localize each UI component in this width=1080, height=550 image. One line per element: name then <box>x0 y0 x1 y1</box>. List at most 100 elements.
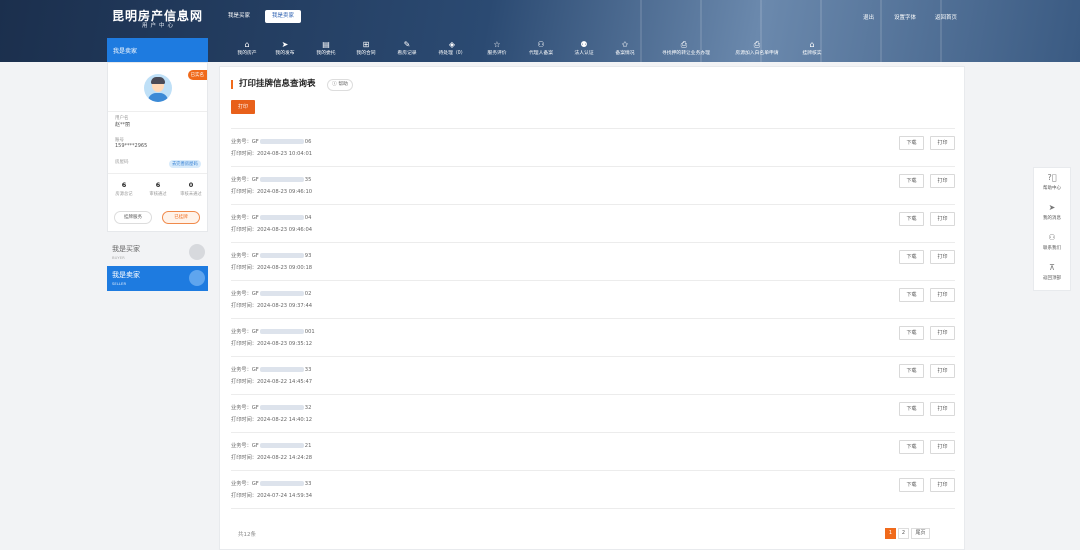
account-value: 159****2965 <box>115 143 148 149</box>
stat-rejected: 0 审核未通过 <box>180 181 202 197</box>
total-count: 共12条 <box>238 532 256 538</box>
sidebar-header: 我是卖家 <box>107 38 208 62</box>
nav-item-filing-status[interactable]: ✩ 备案情况 <box>603 38 647 62</box>
print-button[interactable]: 打印 <box>930 402 955 416</box>
pencil-icon: ✎ <box>403 40 411 49</box>
download-button[interactable]: 下载 <box>899 136 924 150</box>
star-outline-icon: ✩ <box>621 40 629 49</box>
masked-text <box>259 329 304 334</box>
print-button[interactable]: 打印 <box>930 250 955 264</box>
role-card-seller[interactable]: 我是卖家 SELLER <box>107 266 208 291</box>
house-code-label: 房屋码 <box>115 160 129 165</box>
layers-icon: ◈ <box>448 40 456 49</box>
seller-icon <box>189 270 205 286</box>
print-time: 打印时间：2024-08-22 14:24:28 <box>231 455 313 461</box>
nav-item-viewing-records[interactable]: ✎ 看房记录 <box>385 38 429 62</box>
print-time: 打印时间：2024-07-24 14:59:34 <box>231 493 313 499</box>
role-buyer-link[interactable]: 我是买家 <box>223 10 255 23</box>
question-icon: ?⃝ <box>1047 173 1057 182</box>
listing-service-button[interactable]: 挂牌服务 <box>114 211 152 224</box>
table-row: 业务号：GF 001 打印时间：2024-08-23 09:35:12 下载 打印 <box>231 318 955 356</box>
download-button[interactable]: 下载 <box>899 212 924 226</box>
nav-item-listing-verify[interactable]: ⌂ 挂牌核实 <box>790 38 834 62</box>
role-seller-link[interactable]: 我是卖家 <box>265 10 301 23</box>
print-button[interactable]: 打印 <box>930 212 955 226</box>
table-row: 业务号：GF 21 打印时间：2024-08-22 14:24:28 下载 打印 <box>231 432 955 470</box>
business-number: 业务号：GF 001 <box>231 329 315 335</box>
table-row: 业务号：GF 04 打印时间：2024-08-23 09:46:04 下载 打印 <box>231 204 955 242</box>
print-icon: ⎙ <box>753 40 761 49</box>
download-button[interactable]: 下载 <box>899 402 924 416</box>
role-card-buyer[interactable]: 我是买家 BUYER <box>107 240 208 265</box>
table-row: 业务号：GF 35 打印时间：2024-08-23 09:46:10 下载 打印 <box>231 166 955 204</box>
home-link[interactable]: 返回首页 <box>935 13 957 21</box>
username-value: 赵**丽 <box>115 122 131 128</box>
verified-badge: 已实名 <box>187 70 207 80</box>
print-button[interactable]: 打印 <box>930 326 955 340</box>
font-settings-link[interactable]: 设置字体 <box>894 13 916 21</box>
print-time: 打印时间：2024-08-22 14:40:12 <box>231 417 313 423</box>
print-all-button[interactable]: 打印 <box>231 100 255 114</box>
masked-text <box>259 291 304 296</box>
download-button[interactable]: 下载 <box>899 174 924 188</box>
download-button[interactable]: 下载 <box>899 250 924 264</box>
print-icon: ⎙ <box>680 40 688 49</box>
print-time: 打印时间：2024-08-23 10:04:01 <box>231 151 313 157</box>
help-button[interactable]: ⓘ 帮助 <box>327 79 353 91</box>
table-row: 业务号：GF 32 打印时间：2024-08-22 14:40:12 下载 打印 <box>231 394 955 432</box>
download-button[interactable]: 下载 <box>899 440 924 454</box>
print-button[interactable]: 打印 <box>930 364 955 378</box>
nav-item-pending[interactable]: ◈ 待处理（0） <box>430 38 474 62</box>
print-button[interactable]: 打印 <box>930 478 955 492</box>
last-page-button[interactable]: 尾页 <box>911 528 930 539</box>
floating-toolbar: ?⃝ 帮助中心 ➤ 我的消息 ⚇ 联系我们 ⊼ 返回顶部 <box>1033 167 1071 291</box>
nav-item-agent-filing[interactable]: ⚇ 代理人备案 <box>519 38 563 62</box>
print-button[interactable]: 打印 <box>930 174 955 188</box>
buyer-icon <box>189 244 205 260</box>
listed-button[interactable]: 已挂牌 <box>162 211 200 224</box>
page-2-button[interactable]: 2 <box>898 528 909 539</box>
print-button[interactable]: 打印 <box>930 288 955 302</box>
main-panel: 打印挂牌信息查询表 ⓘ 帮助 打印 业务号：GF 06 打印时间：2024-08-2… <box>219 66 965 550</box>
logout-link[interactable]: 退出 <box>863 13 874 21</box>
business-number: 业务号：GF 06 <box>231 139 312 145</box>
avatar <box>144 74 172 102</box>
site-subtitle: 用户中心 <box>142 23 177 29</box>
download-button[interactable]: 下载 <box>899 288 924 302</box>
business-number: 业务号：GF 32 <box>231 405 312 411</box>
business-number: 业务号：GF 33 <box>231 481 312 487</box>
masked-text <box>259 367 304 372</box>
nav-item-my-contracts[interactable]: ⊞ 我的合同 <box>344 38 388 62</box>
person-icon: ⚇ <box>1048 233 1056 242</box>
print-time: 打印时间：2024-08-23 09:35:12 <box>231 341 313 347</box>
nav-item-service-review[interactable]: ☆ 服务评价 <box>475 38 519 62</box>
main-nav: ⌂ 我的房产 ➤ 我的发布 ▤ 我的委托 ⊞ 我的合同 ✎ 看房记录 ◈ 待处理（0） ☆ 服… <box>225 38 1080 62</box>
my-messages-button[interactable]: ➤ 我的消息 <box>1034 200 1070 230</box>
nav-item-my-delegation[interactable]: ▤ 我的委托 <box>304 38 348 62</box>
users-icon: ⚉ <box>580 40 588 49</box>
print-time: 打印时间：2024-08-22 14:45:47 <box>231 379 313 385</box>
back-to-top-button[interactable]: ⊼ 返回顶部 <box>1034 260 1070 290</box>
table-row: 业务号：GF 06 打印时间：2024-08-23 10:04:01 下载 打印 <box>231 128 955 166</box>
print-time: 打印时间：2024-08-23 09:46:04 <box>231 227 313 233</box>
page-1-button[interactable]: 1 <box>885 528 896 539</box>
complete-house-code-button[interactable]: 去完善房屋码 <box>169 160 201 168</box>
print-time: 打印时间：2024-08-23 09:46:10 <box>231 189 313 195</box>
person-icon: ⚇ <box>537 40 545 49</box>
nav-item-whitelist[interactable]: ⎙ 房源加入白名单申请 <box>735 38 779 62</box>
print-button[interactable]: 打印 <box>930 136 955 150</box>
print-button[interactable]: 打印 <box>930 440 955 454</box>
business-number: 业务号：GF 21 <box>231 443 312 449</box>
table-row: 业务号：GF 02 打印时间：2024-08-23 09:37:44 下载 打印 <box>231 280 955 318</box>
contact-us-button[interactable]: ⚇ 联系我们 <box>1034 230 1070 260</box>
download-button[interactable]: 下载 <box>899 326 924 340</box>
nav-item-mortgage-transfer[interactable]: ⎙ 寻找押的转让业务办理 <box>662 38 710 62</box>
download-button[interactable]: 下载 <box>899 364 924 378</box>
nav-item-my-posts[interactable]: ➤ 我的发布 <box>263 38 307 62</box>
masked-text <box>259 139 304 144</box>
download-button[interactable]: 下载 <box>899 478 924 492</box>
nav-item-legal-auth[interactable]: ⚉ 法人认证 <box>562 38 606 62</box>
help-center-button[interactable]: ?⃝ 帮助中心 <box>1034 170 1070 200</box>
table-row: 业务号：GF 33 打印时间：2024-07-24 14:59:34 下载 打印 <box>231 470 955 508</box>
business-number: 业务号：GF 93 <box>231 253 312 259</box>
